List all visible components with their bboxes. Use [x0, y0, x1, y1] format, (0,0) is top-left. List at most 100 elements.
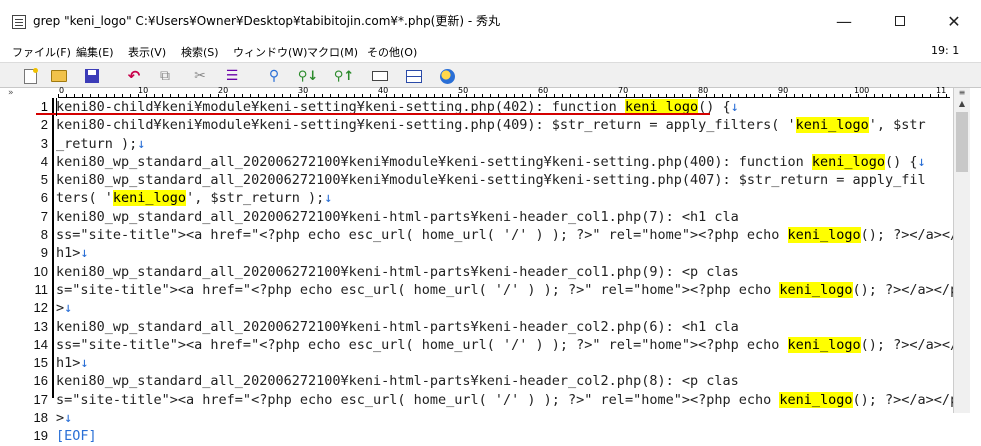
- line-text: keni80_wp_standard_all_202006272100¥keni…: [56, 372, 739, 390]
- text-line[interactable]: 7 keni80_wp_standard_all_202006272100¥ken…: [0, 208, 952, 226]
- text-line[interactable]: 17 s="site-title"><a href="<?php echo esc…: [0, 391, 958, 409]
- line-number: 4: [40, 153, 48, 169]
- vertical-scrollbar[interactable]: ≡ ▲: [953, 88, 970, 413]
- app-icon[interactable]: [12, 15, 26, 29]
- line-number: 10: [33, 263, 48, 279]
- undo-icon: ↶: [127, 67, 141, 85]
- scroll-thumb[interactable]: [956, 112, 968, 172]
- text-span: ss="site-title"><a href="<?php echo esc_…: [56, 336, 788, 353]
- search-highlight: keni_logo: [779, 391, 853, 408]
- text-line[interactable]: 13 keni80_wp_standard_all_202006272100¥ke…: [0, 318, 952, 336]
- split-button[interactable]: [404, 66, 424, 86]
- find-next-button[interactable]: ⚲↓: [298, 66, 318, 86]
- line-number: 12: [33, 300, 48, 316]
- text-line[interactable]: 10 keni80_wp_standard_all_202006272100¥ke…: [0, 263, 952, 281]
- text-line[interactable]: 12 >↓: [0, 299, 952, 317]
- text-line[interactable]: 11 s="site-title"><a href="<?php echo esc…: [0, 281, 958, 299]
- text-cursor: [56, 98, 57, 116]
- text-span: (); ?></a></p: [852, 391, 959, 408]
- text-line[interactable]: 3 _return );↓: [0, 135, 952, 153]
- menu-edit[interactable]: 編集(E): [76, 44, 114, 60]
- text-line[interactable]: 19 [EOF]: [0, 427, 952, 445]
- line-number: 14: [33, 336, 48, 352]
- cut-button[interactable]: ✂: [190, 66, 210, 86]
- text-span: keni80_wp_standard_all_202006272100¥keni…: [56, 172, 926, 189]
- text-line[interactable]: 18 >↓: [0, 409, 952, 427]
- text-line[interactable]: 6 ters( 'keni_logo', $str_return );↓: [0, 189, 952, 207]
- line-text: [EOF]: [56, 427, 97, 445]
- close-button[interactable]: ✕: [931, 6, 977, 36]
- line-text: keni80_wp_standard_all_202006272100¥keni…: [56, 153, 926, 171]
- text-line[interactable]: 4 keni80_wp_standard_all_202006272100¥ken…: [0, 153, 952, 171]
- find-prev-icon: ⚲↑: [333, 68, 355, 84]
- text-span: _return );: [56, 135, 138, 152]
- editor[interactable]: » 0 10 20 30 40 50 60 70 80 90 100 11 1k…: [0, 86, 981, 444]
- line-text: s="site-title"><a href="<?php echo esc_u…: [56, 281, 958, 299]
- search-button[interactable]: ⚲: [264, 66, 284, 86]
- open-button[interactable]: [49, 66, 69, 86]
- text-span: >: [56, 410, 65, 427]
- cursor-position: 19: 1: [931, 44, 960, 57]
- text-line[interactable]: 2 keni80-child¥keni¥module¥keni-setting¥k…: [0, 116, 952, 134]
- window-button[interactable]: [370, 66, 390, 86]
- text-line[interactable]: 9 h1>↓: [0, 244, 952, 262]
- maximize-button[interactable]: [877, 6, 923, 36]
- menu-other[interactable]: その他(O): [367, 44, 417, 60]
- line-number: 8: [40, 227, 48, 243]
- new-file-button[interactable]: [20, 66, 40, 86]
- text-span: s="site-title"><a href="<?php echo esc_u…: [56, 281, 780, 298]
- line-number: 11: [34, 281, 49, 297]
- copy-button[interactable]: ⧉: [155, 66, 175, 86]
- line-number: 16: [33, 373, 48, 389]
- scroll-split-icon[interactable]: ≡: [957, 88, 967, 98]
- toolbar: ↶ ⧉ ✂ ☰ ⚲ ⚲↓ ⚲↑: [0, 62, 981, 88]
- find-prev-button[interactable]: ⚲↑: [334, 66, 354, 86]
- text-span: (); ?></a></: [860, 336, 959, 353]
- newline-mark: ↓: [80, 355, 89, 372]
- text-span: keni80_wp_standard_all_202006272100¥keni…: [56, 373, 739, 390]
- text-line[interactable]: 15 h1>↓: [0, 354, 952, 372]
- line-text: ters( 'keni_logo', $str_return );↓: [56, 189, 332, 207]
- line-text: h1>↓: [56, 244, 89, 262]
- menu-view[interactable]: 表示(V): [128, 44, 166, 60]
- eof-mark: [EOF]: [56, 428, 97, 445]
- newline-mark: ↓: [80, 245, 89, 262]
- menu-file[interactable]: ファイル(F): [12, 44, 71, 60]
- menu-window[interactable]: ウィンドウ(W): [233, 44, 307, 60]
- text-line[interactable]: 14 ss="site-title"><a href="<?php echo es…: [0, 336, 958, 354]
- line-text: keni80_wp_standard_all_202006272100¥keni…: [56, 171, 926, 189]
- undo-button[interactable]: ↶: [124, 66, 144, 86]
- menu-macro[interactable]: マクロ(M): [307, 44, 358, 60]
- line-number: 3: [40, 135, 48, 151]
- search-highlight: keni_logo: [787, 227, 861, 244]
- search-icon: ⚲: [268, 68, 280, 84]
- search-highlight: keni_logo: [787, 336, 861, 353]
- search-highlight: keni_logo: [112, 190, 187, 207]
- text-line[interactable]: 16 keni80_wp_standard_all_202006272100¥ke…: [0, 372, 952, 390]
- save-icon: [85, 69, 99, 83]
- scroll-up-icon[interactable]: ▲: [957, 99, 967, 109]
- cut-icon: ✂: [194, 68, 206, 84]
- ruler-label: 30: [298, 86, 309, 95]
- close-icon: ✕: [947, 11, 961, 31]
- line-text: >↓: [56, 299, 72, 317]
- new-file-icon: [23, 67, 38, 84]
- line-number: 6: [40, 190, 48, 206]
- text-line[interactable]: 5 keni80_wp_standard_all_202006272100¥ken…: [0, 171, 952, 189]
- line-text: s="site-title"><a href="<?php echo esc_u…: [56, 391, 958, 409]
- copy-icon: ⧉: [160, 68, 170, 84]
- ruler-label: 11: [936, 86, 947, 95]
- ruler-label: 90: [778, 86, 789, 95]
- minimize-button[interactable]: —: [821, 6, 867, 36]
- menu-search[interactable]: 検索(S): [181, 44, 219, 60]
- line-text: keni80-child¥keni¥module¥keni-setting¥ke…: [56, 116, 926, 134]
- paste-button[interactable]: ☰: [222, 66, 242, 86]
- ruler-label: 0: [59, 86, 65, 95]
- text-lines[interactable]: 1 keni80-child¥keni¥module¥keni-setting¥k…: [0, 98, 958, 446]
- save-button[interactable]: [82, 66, 102, 86]
- text-span: () {: [885, 153, 918, 170]
- browser-button[interactable]: [437, 66, 457, 86]
- line-number: 5: [40, 172, 48, 188]
- line-text: ss="site-title"><a href="<?php echo esc_…: [56, 336, 958, 354]
- text-line[interactable]: 8 ss="site-title"><a href="<?php echo esc…: [0, 226, 958, 244]
